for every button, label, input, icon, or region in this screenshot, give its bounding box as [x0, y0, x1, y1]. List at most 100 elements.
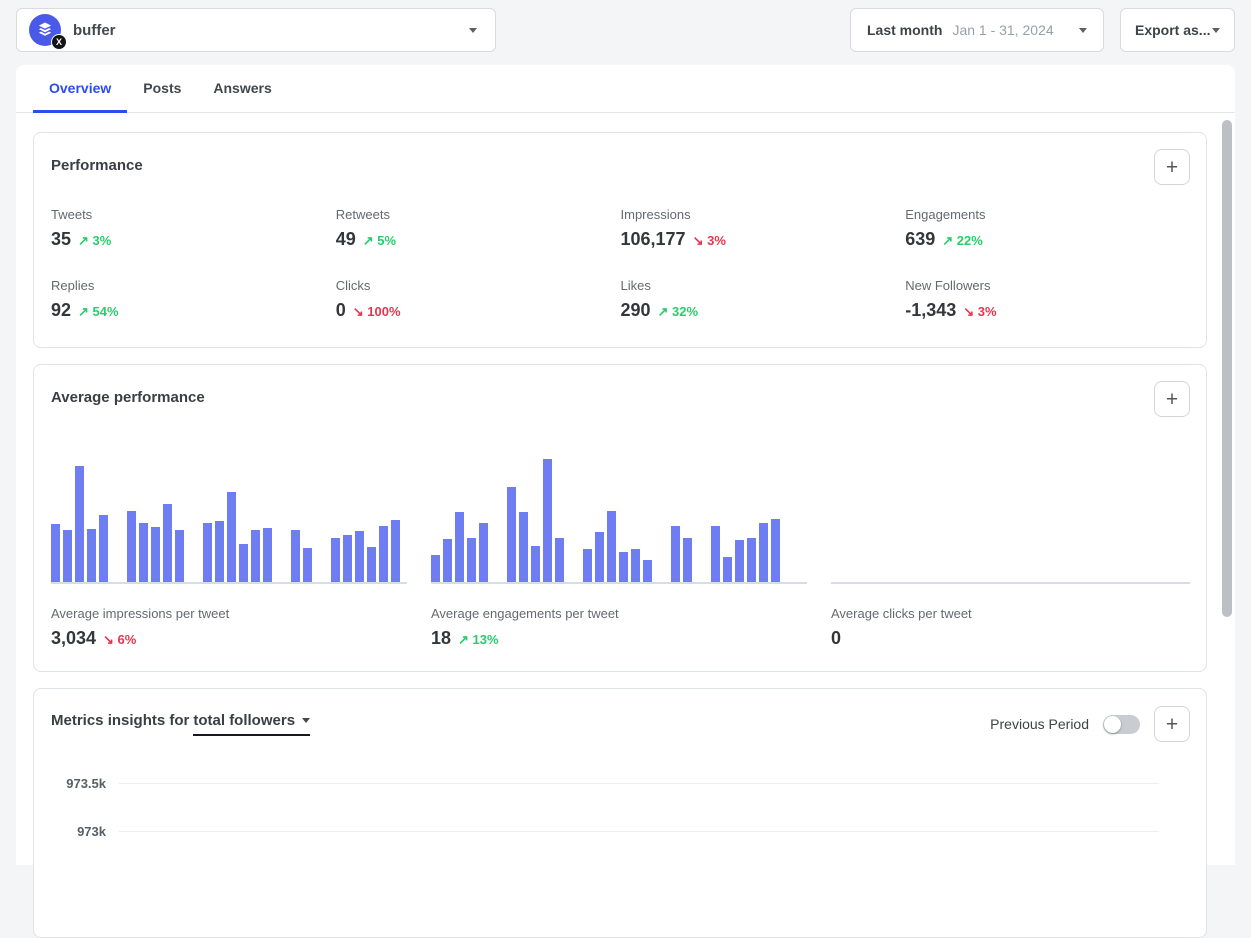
metric-replies: Replies 92↗ 54% [51, 278, 336, 321]
metric-delta: ↘ 100% [353, 304, 401, 320]
export-as-button[interactable]: Export as... [1120, 8, 1235, 52]
gridline [119, 783, 1159, 784]
export-as-label: Export as... [1135, 22, 1210, 38]
metric-value: 290 [621, 300, 651, 321]
bar [683, 538, 692, 582]
metric-retweets: Retweets 49↗ 5% [336, 207, 621, 250]
previous-period-toggle[interactable] [1103, 715, 1140, 734]
metric-value: -1,343 [905, 300, 956, 321]
selected-metric: total followers [193, 712, 295, 729]
date-range-label: Last month [867, 22, 942, 38]
insights-controls: Previous Period + [990, 706, 1190, 742]
x-twitter-badge-icon: X [51, 34, 67, 50]
bar-group [51, 466, 108, 582]
impressions-chart-column: Average impressions per tweet 3,034↘ 6% [51, 458, 407, 649]
stat-delta: ↗ 13% [458, 632, 499, 648]
metric-value: 106,177 [621, 229, 686, 250]
metric-value: 92 [51, 300, 71, 321]
bar [711, 526, 720, 582]
metric-delta: ↘ 3% [963, 304, 996, 320]
bar-group [203, 492, 272, 582]
metric-delta: ↗ 3% [78, 233, 111, 249]
metric-impressions: Impressions 106,177↘ 3% [621, 207, 906, 250]
bar [379, 526, 388, 582]
metric-delta: ↗ 5% [363, 233, 396, 249]
bar [291, 530, 300, 582]
bar [355, 531, 364, 582]
clicks-bar-chart [831, 458, 1190, 582]
bar [619, 552, 628, 582]
metric-label: New Followers [905, 278, 1190, 293]
metric-delta: ↗ 22% [942, 233, 983, 249]
bar-group [583, 511, 652, 582]
bar [303, 548, 312, 582]
tab-answers[interactable]: Answers [197, 65, 287, 113]
stat-label: Average clicks per tweet [831, 606, 1190, 621]
bar [151, 527, 160, 582]
bar [99, 515, 108, 582]
tab-overview[interactable]: Overview [33, 65, 127, 113]
bar [631, 549, 640, 582]
chevron-down-icon [1079, 28, 1087, 33]
tab-posts[interactable]: Posts [127, 65, 197, 113]
metric-tweets: Tweets 35 ↗ 3% [51, 207, 336, 250]
metric-delta: ↗ 32% [658, 304, 699, 320]
channel-selector[interactable]: X buffer [16, 8, 496, 52]
bar [519, 512, 528, 582]
bar [643, 560, 652, 582]
bar [723, 557, 732, 582]
add-to-report-button[interactable]: + [1154, 149, 1190, 185]
date-range-selector[interactable]: Last month Jan 1 - 31, 2024 [850, 8, 1104, 52]
metrics-insights-header: Metrics insights for total followers Pre… [51, 689, 1190, 759]
stat-label: Average engagements per tweet [431, 606, 807, 621]
bar [343, 535, 352, 582]
y-tick-label: 973k [51, 824, 119, 839]
bar [607, 511, 616, 582]
metric-value: 49 [336, 229, 356, 250]
performance-card: Performance + Tweets 35↗ 3% Retweets 49↗… [33, 132, 1207, 348]
bar [239, 544, 248, 582]
bar [215, 521, 224, 582]
metric-selector-dropdown[interactable]: total followers [193, 712, 310, 736]
bar [431, 555, 440, 582]
add-to-report-button[interactable]: + [1154, 706, 1190, 742]
stat-label: Average impressions per tweet [51, 606, 407, 621]
bar [63, 530, 72, 582]
bar-group [431, 512, 488, 582]
metric-label: Replies [51, 278, 336, 293]
stat-value: 0 [831, 628, 841, 649]
bar [127, 511, 136, 582]
bar-group [291, 530, 312, 582]
metric-label: Tweets [51, 207, 336, 222]
clicks-chart-column: Average clicks per tweet 0 [831, 458, 1190, 649]
bar-group [507, 459, 564, 582]
bar [263, 528, 272, 582]
add-to-report-button[interactable]: + [1154, 381, 1190, 417]
avatar: X [29, 14, 61, 46]
bar [203, 523, 212, 582]
bar [583, 549, 592, 582]
bar [735, 540, 744, 582]
bar [75, 466, 84, 582]
y-tick-label: 973.5k [51, 776, 119, 791]
bar [595, 532, 604, 582]
chart-baseline [431, 582, 807, 584]
bar [531, 546, 540, 582]
toggle-knob [1104, 716, 1121, 733]
bar-group [671, 526, 692, 582]
metric-value: 0 [336, 300, 346, 321]
vertical-scrollbar-thumb[interactable] [1222, 120, 1232, 617]
y-axis-row: 973.5k [51, 776, 1159, 791]
chart-baseline [831, 582, 1190, 584]
metric-likes: Likes 290↗ 32% [621, 278, 906, 321]
bar [507, 487, 516, 582]
metric-clicks: Clicks 0↘ 100% [336, 278, 621, 321]
metric-label: Impressions [621, 207, 906, 222]
title-prefix: Metrics insights for [51, 712, 189, 729]
bar [443, 539, 452, 582]
bar [759, 523, 768, 582]
channel-name: buffer [73, 22, 116, 39]
metric-value: 35 [51, 229, 71, 250]
chevron-down-icon [469, 28, 477, 33]
metrics-insights-title: Metrics insights for total followers [51, 712, 310, 736]
